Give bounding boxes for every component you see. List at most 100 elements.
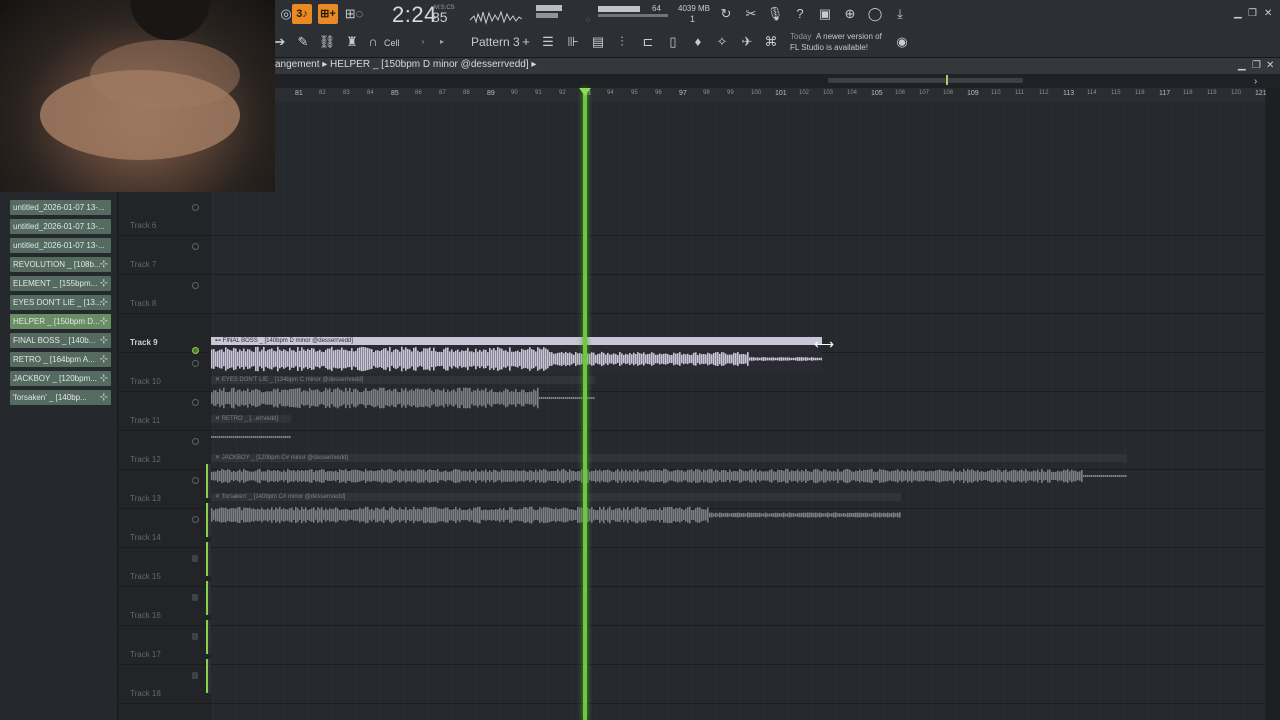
magnet-icon[interactable]: ∩ [363, 32, 383, 52]
piano-roll-icon[interactable]: ⊪ [563, 32, 583, 52]
playhead[interactable] [583, 88, 587, 720]
track-mute-led[interactable] [192, 399, 199, 406]
main-volume-knob[interactable]: ◌ [578, 10, 598, 30]
project-browser-icon[interactable]: ⊏ [638, 32, 658, 52]
track-selector-strip[interactable] [206, 620, 211, 654]
browser-item[interactable]: JACKBOY _ [120bpm... ⊹ [10, 371, 111, 386]
touch-controller-icon[interactable]: ✧ [712, 32, 732, 52]
audio-clip[interactable]: ✕ 'forsaken' _ [140bpm C# minor @desserr… [211, 493, 901, 529]
mixer-icon[interactable]: ⫶ [612, 32, 632, 52]
microphone-icon[interactable]: 🎙 [765, 4, 785, 24]
snap-mode-label[interactable]: Cell [384, 38, 400, 48]
track-label[interactable]: Track 14 [130, 533, 161, 542]
track-mute-led[interactable] [192, 516, 199, 523]
plugin-picker-icon[interactable]: ♦ [688, 32, 708, 52]
track-mute-led[interactable] [192, 477, 199, 484]
news-text[interactable]: A newer version of [816, 32, 882, 41]
cut-icon[interactable]: ✂ [741, 4, 761, 24]
track-label[interactable]: Track 10 [130, 377, 161, 386]
browser-item[interactable]: untitled_2026-01-07 13-... [10, 219, 111, 234]
audio-clip-title[interactable]: ✕ 'forsaken' _ [140bpm C# minor @desserr… [211, 493, 901, 501]
globe-icon[interactable]: ◉ [892, 32, 912, 52]
brush-icon[interactable]: ✎ [293, 32, 313, 52]
add-pattern-icon[interactable]: + [516, 32, 536, 52]
audio-clip[interactable]: ✕ RETRO _ [...errvedd] [211, 415, 291, 451]
track-mute-led[interactable] [192, 243, 199, 250]
download-icon[interactable]: ⤓ [890, 4, 910, 24]
master-pitch-slider[interactable] [598, 14, 668, 17]
typing-keyboard-button[interactable]: ⊞+ [318, 4, 338, 24]
news-text-line2[interactable]: FL Studio is available! [790, 43, 868, 52]
playlist-breadcrumb[interactable]: angement ▸ HELPER _ [150bpm D minor @des… [275, 59, 536, 70]
timeline-ruler[interactable]: 8182838485868788899091929394959697989910… [275, 88, 1267, 102]
track-label[interactable]: Track 11 [130, 416, 160, 425]
playlist-vertical-scrollbar[interactable] [1266, 88, 1280, 720]
browser-item[interactable]: untitled_2026-01-07 13-... [10, 200, 111, 215]
track-label[interactable]: Track 6 [130, 221, 156, 230]
metronome-icon[interactable]: ⊞◌ [344, 4, 364, 24]
track-mute-led[interactable] [192, 282, 199, 289]
scroll-right-arrow-icon[interactable]: › [1254, 76, 1257, 87]
track-mute-led[interactable] [192, 347, 199, 354]
track-label[interactable]: Track 18 [130, 689, 161, 698]
stamp-icon[interactable]: ♜ [342, 32, 362, 52]
track-label[interactable]: Track 17 [130, 650, 161, 659]
track-lock-icon[interactable] [192, 555, 198, 562]
undo-icon[interactable]: ↻ [716, 4, 736, 24]
browser-item[interactable]: HELPER _ [150bpm D... ⊹ [10, 314, 111, 329]
plugin-database-icon[interactable]: ▯ [663, 32, 683, 52]
track-label[interactable]: Track 8 [130, 299, 156, 308]
shop-cart-icon[interactable]: ⌘ [761, 32, 781, 52]
track-selector-strip[interactable] [206, 659, 211, 693]
track-label[interactable]: Track 16 [130, 611, 161, 620]
playlist-close-icon[interactable]: ✕ [1266, 60, 1274, 71]
track-label[interactable]: Track 15 [130, 572, 161, 581]
playhead-marker[interactable] [579, 88, 591, 96]
channel-rack-icon[interactable]: ▤ [588, 32, 608, 52]
browser-item[interactable]: EYES DON'T LIE _ [13... ⊹ [10, 295, 111, 310]
track-mute-led[interactable] [192, 360, 199, 367]
track-label[interactable]: Track 13 [130, 494, 161, 503]
restore-icon[interactable]: ❐ [1248, 8, 1257, 19]
plugin-icon[interactable]: ⊕ [840, 4, 860, 24]
browser-item[interactable]: untitled_2026-01-07 13-... [10, 238, 111, 253]
audio-clip-title[interactable]: ⊷ FINAL BOSS _ [140bpm D minor @desserrv… [211, 337, 822, 345]
song-time-display[interactable]: 2:24 [392, 2, 437, 28]
audio-clip[interactable]: ✕ EYES DON'T LIE _ [134bpm C minor @dess… [211, 376, 595, 412]
playlist-restore-icon[interactable]: ❐ [1252, 60, 1261, 71]
track-selector-strip[interactable] [206, 581, 211, 615]
master-volume-slider[interactable] [598, 6, 640, 12]
track-selector-strip[interactable] [206, 542, 211, 576]
link-icon[interactable]: ⛓ [317, 32, 337, 52]
audio-clip-title[interactable]: ✕ RETRO _ [...errvedd] [211, 415, 291, 423]
audio-clip-title[interactable]: ✕ EYES DON'T LIE _ [134bpm C minor @dess… [211, 376, 595, 384]
save-icon[interactable]: ▣ [815, 4, 835, 24]
track-label[interactable]: Track 12 [130, 455, 161, 464]
browser-item[interactable]: REVOLUTION _ [108b... ⊹ [10, 257, 111, 272]
close-icon[interactable]: ✕ [1264, 8, 1272, 19]
browser-item[interactable]: RETRO _ [164bpm A... ⊹ [10, 352, 111, 367]
track-mute-led[interactable] [192, 204, 199, 211]
track-label[interactable]: Track 9 [130, 338, 158, 347]
audio-clip[interactable]: ✕ JACKBOY _ [120bpm C# minor @desserrved… [211, 454, 1127, 490]
browser-item[interactable]: FINAL BOSS _ [140b... ⊹ [10, 333, 111, 348]
browser-item[interactable]: 'forsaken' _ [140bp... ⊹ [10, 390, 111, 405]
pattern-song-mode-button[interactable]: 3♪ [292, 4, 312, 24]
playlist-horizontal-scrollbar[interactable] [828, 78, 1023, 83]
help-icon[interactable]: ? [790, 4, 810, 24]
audio-clip-title[interactable]: ✕ JACKBOY _ [120bpm C# minor @desserrved… [211, 454, 1127, 462]
track-lock-icon[interactable] [192, 594, 198, 601]
chat-icon[interactable]: ◯ [865, 4, 885, 24]
playlist-icon[interactable]: ☰ [538, 32, 558, 52]
snap-prev-arrow-icon[interactable]: › [413, 32, 433, 52]
minimize-icon[interactable]: ▁ [1234, 8, 1242, 19]
pattern-next-arrow-icon[interactable]: ▸ [432, 32, 452, 52]
pattern-selector[interactable]: Pattern 3 [471, 35, 520, 49]
audio-clip[interactable]: ⊷ FINAL BOSS _ [140bpm D minor @desserrv… [211, 337, 822, 373]
track-lock-icon[interactable] [192, 672, 198, 679]
browser-item[interactable]: ELEMENT _ [155bpm... ⊹ [10, 276, 111, 291]
track-label[interactable]: Track 7 [130, 260, 156, 269]
playlist-minimize-icon[interactable]: ▁ [1238, 60, 1246, 71]
track-mute-led[interactable] [192, 438, 199, 445]
track-lock-icon[interactable] [192, 633, 198, 640]
